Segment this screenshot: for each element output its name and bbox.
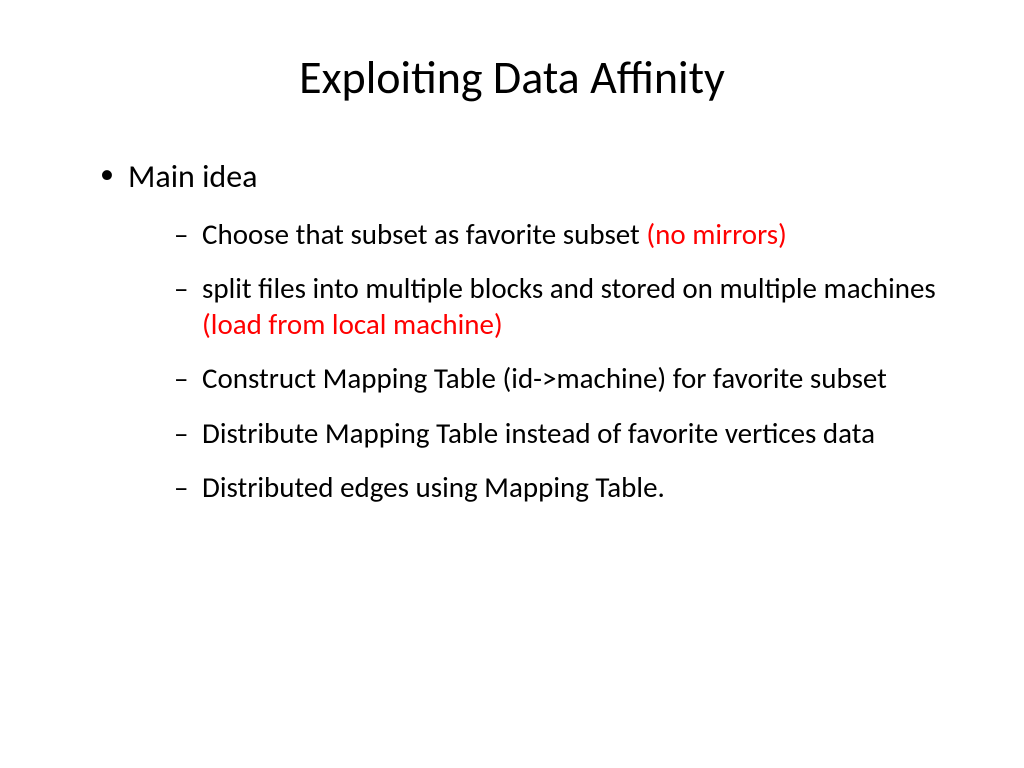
- sub-bullet-accent: (no mirrors): [646, 216, 787, 252]
- bullet-list-level2: Choose that subset as favorite subset (n…: [128, 216, 954, 506]
- bullet-level1-text: Main idea: [128, 157, 257, 196]
- sub-bullet-prefix: Choose that subset as favorite subset: [202, 216, 646, 252]
- sub-bullet-4: Distributed edges using Mapping Table.: [174, 469, 954, 505]
- bullet-list-level1: Main idea Choose that subset as favorite…: [70, 156, 954, 505]
- slide-container: Exploiting Data Affinity Main idea Choos…: [0, 0, 1024, 768]
- sub-bullet-prefix: Construct Mapping Table (id->machine) fo…: [202, 360, 887, 396]
- sub-bullet-0: Choose that subset as favorite subset (n…: [174, 216, 954, 252]
- sub-bullet-2: Construct Mapping Table (id->machine) fo…: [174, 360, 954, 396]
- sub-bullet-accent: (load from local machine): [202, 306, 503, 342]
- sub-bullet-prefix: split files into multiple blocks and sto…: [202, 270, 936, 306]
- sub-bullet-1: split files into multiple blocks and sto…: [174, 270, 954, 343]
- bullet-main-idea: Main idea Choose that subset as favorite…: [100, 156, 954, 505]
- slide-title: Exploiting Data Affinity: [70, 50, 954, 106]
- sub-bullet-prefix: Distributed edges using Mapping Table.: [202, 469, 665, 505]
- sub-bullet-3: Distribute Mapping Table instead of favo…: [174, 415, 954, 451]
- sub-bullet-prefix: Distribute Mapping Table instead of favo…: [202, 415, 875, 451]
